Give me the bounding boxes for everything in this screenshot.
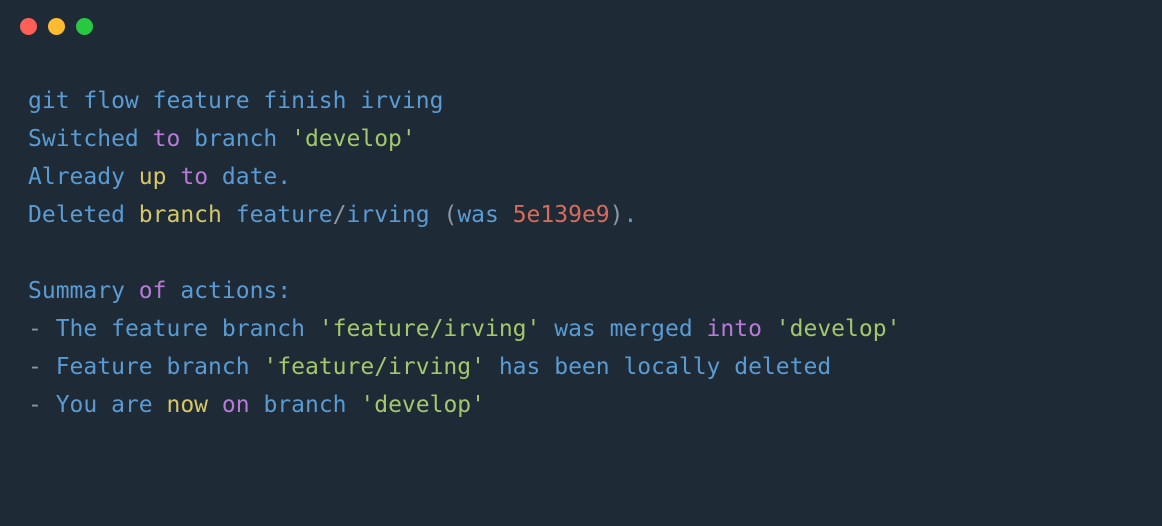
output-line: git flow feature finish irving xyxy=(28,83,1134,121)
minimize-icon[interactable] xyxy=(48,18,65,35)
text: was merged xyxy=(540,316,706,342)
text: Feature branch xyxy=(56,354,264,380)
text: date. xyxy=(208,164,291,190)
text: branch xyxy=(180,126,291,152)
text: 'feature/irving' xyxy=(263,354,485,380)
text xyxy=(166,164,180,190)
text: Switched xyxy=(28,126,153,152)
text: ) xyxy=(610,202,624,228)
text: ( xyxy=(443,202,457,228)
text xyxy=(762,316,776,342)
text: feature xyxy=(222,202,333,228)
text: - xyxy=(28,316,56,342)
output-line: - You are now on branch 'develop' xyxy=(28,387,1134,425)
text: git flow feature finish irving xyxy=(28,88,443,114)
text: 'develop' xyxy=(360,392,485,418)
text: 'develop' xyxy=(776,316,901,342)
text: Summary xyxy=(28,278,139,304)
zoom-icon[interactable] xyxy=(76,18,93,35)
terminal-window: git flow feature finish irving Switched … xyxy=(0,0,1162,526)
text: now xyxy=(166,392,208,418)
text: Deleted xyxy=(28,202,139,228)
text: up xyxy=(139,164,167,190)
close-icon[interactable] xyxy=(20,18,37,35)
text: of xyxy=(139,278,167,304)
text: - xyxy=(28,354,56,380)
output-line: - The feature branch 'feature/irving' wa… xyxy=(28,311,1134,349)
text: 'develop' xyxy=(291,126,416,152)
text: 'feature/irving' xyxy=(319,316,541,342)
output-line: Summary of actions: xyxy=(28,273,1134,311)
text: 5e139e9 xyxy=(513,202,610,228)
text: to xyxy=(180,164,208,190)
blank-line xyxy=(28,235,1134,273)
output-line: Deleted branch feature/irving (was 5e139… xyxy=(28,197,1134,235)
text: branch xyxy=(250,392,361,418)
text: . xyxy=(624,202,638,228)
text: Already xyxy=(28,164,139,190)
terminal-output: git flow feature finish irving Switched … xyxy=(0,43,1162,444)
text: - xyxy=(28,392,56,418)
text: was xyxy=(457,202,512,228)
output-line: Already up to date. xyxy=(28,159,1134,197)
text: The feature branch xyxy=(56,316,319,342)
text: on xyxy=(222,392,250,418)
text: into xyxy=(707,316,762,342)
text: has been locally deleted xyxy=(485,354,831,380)
titlebar xyxy=(0,0,1162,43)
text: to xyxy=(153,126,181,152)
text: actions: xyxy=(166,278,291,304)
text: irving xyxy=(347,202,444,228)
text: / xyxy=(333,202,347,228)
text: You are xyxy=(56,392,167,418)
output-line: - Feature branch 'feature/irving' has be… xyxy=(28,349,1134,387)
output-line: Switched to branch 'develop' xyxy=(28,121,1134,159)
text: branch xyxy=(139,202,222,228)
text xyxy=(208,392,222,418)
